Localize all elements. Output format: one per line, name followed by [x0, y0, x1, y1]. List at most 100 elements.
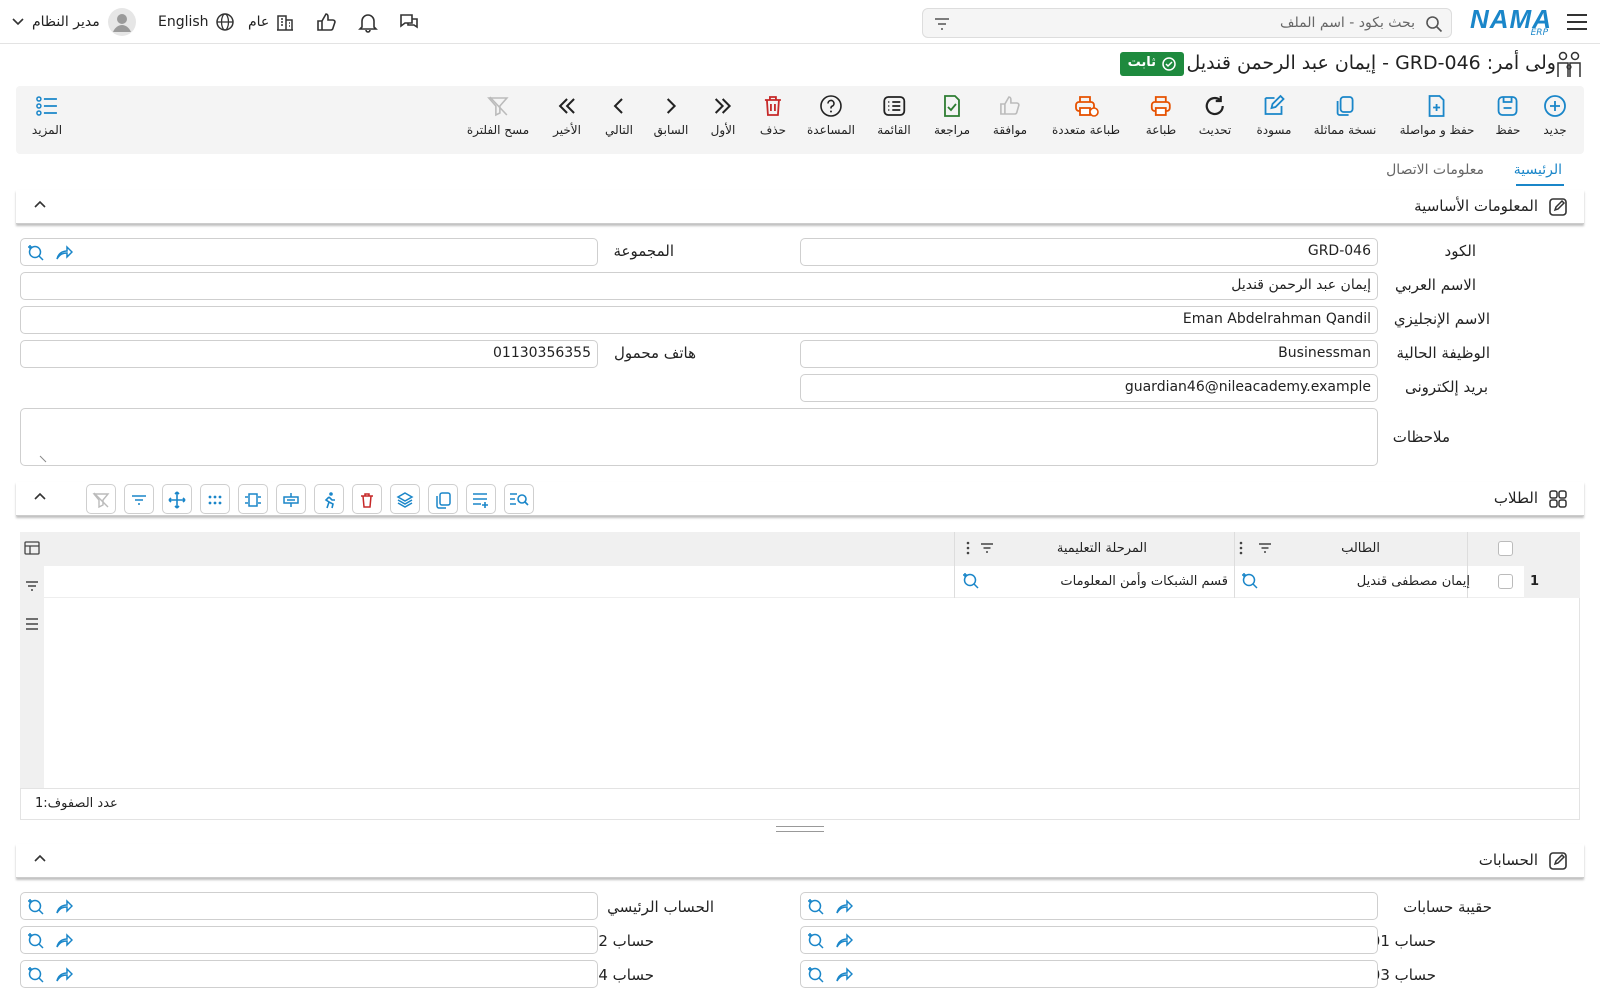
row-number-cell: 1: [1524, 566, 1580, 598]
previous-label: السابق: [653, 123, 689, 137]
collapse-icon[interactable]: [34, 854, 46, 862]
menu-icon[interactable]: [24, 616, 40, 632]
select-all-checkbox[interactable]: [1498, 541, 1513, 556]
share-icon[interactable]: [835, 898, 853, 916]
column-header-student[interactable]: الطالب: [1341, 541, 1380, 556]
search-plus-icon[interactable]: [807, 898, 825, 916]
resize-handle-icon[interactable]: [39, 455, 47, 463]
grid-copy-button[interactable]: [428, 484, 458, 514]
grid-delete-button[interactable]: [352, 484, 382, 514]
account-bag-field[interactable]: [800, 892, 1378, 920]
share-icon[interactable]: [55, 898, 73, 916]
search-input[interactable]: بحث بكود - اسم الملف: [922, 8, 1452, 38]
thumbs-up-icon[interactable]: [315, 11, 337, 33]
search-plus-icon[interactable]: [27, 898, 45, 916]
account-04-field[interactable]: [20, 960, 598, 988]
search-plus-icon[interactable]: [27, 932, 45, 950]
column-menu-icon[interactable]: [1239, 541, 1243, 555]
list-button[interactable]: القائمة: [877, 94, 911, 138]
job-field[interactable]: Businessman: [800, 340, 1378, 368]
accounts-section-header[interactable]: الحسابات: [16, 844, 1584, 878]
last-button[interactable]: الأخير: [553, 94, 581, 138]
search-plus-icon[interactable]: [27, 244, 45, 262]
arabic-name-label: الاسم العربي: [1395, 276, 1476, 294]
column-menu-icon[interactable]: [966, 541, 970, 555]
search-plus-icon[interactable]: [27, 966, 45, 984]
more-button[interactable]: المزيد: [32, 94, 62, 138]
save-continue-button[interactable]: حفظ و مواصلة: [1400, 94, 1474, 138]
account-02-field[interactable]: [20, 926, 598, 954]
arabic-name-field[interactable]: إيمان عبد الرحمن قنديل: [20, 272, 1378, 300]
mobile-field[interactable]: 01130356355: [20, 340, 598, 368]
filter-icon[interactable]: [24, 578, 40, 594]
grid-search-button[interactable]: [504, 484, 534, 514]
share-icon[interactable]: [835, 966, 853, 984]
delete-button[interactable]: حذف: [760, 94, 786, 138]
collapse-icon[interactable]: [34, 200, 46, 208]
review-button[interactable]: مراجعة: [934, 94, 970, 138]
share-icon[interactable]: [55, 244, 73, 262]
row-checkbox[interactable]: [1498, 574, 1513, 589]
language-selector[interactable]: English: [158, 12, 235, 32]
print-button[interactable]: طباعة: [1146, 94, 1176, 138]
chat-icon[interactable]: [398, 11, 420, 33]
basic-info-section-header[interactable]: المعلومات الأساسية: [16, 190, 1584, 224]
share-icon[interactable]: [55, 966, 73, 984]
resize-handle[interactable]: [776, 826, 824, 832]
help-button[interactable]: المساعدة: [807, 94, 855, 138]
save-button[interactable]: حفظ: [1496, 94, 1520, 138]
filter-icon[interactable]: [933, 16, 951, 32]
first-button[interactable]: الأول: [711, 94, 735, 138]
collapse-icon[interactable]: [34, 492, 46, 500]
grid-dots-button[interactable]: [200, 484, 230, 514]
grid-filter-button[interactable]: [124, 484, 154, 514]
previous-button[interactable]: السابق: [653, 94, 689, 138]
column-header-stage[interactable]: المرحلة التعليمية: [1057, 541, 1147, 556]
next-button[interactable]: التالي: [605, 94, 633, 138]
english-name-field[interactable]: Eman Abdelrahman Qandil: [20, 306, 1378, 334]
search-plus-icon[interactable]: [807, 966, 825, 984]
bell-icon[interactable]: [357, 11, 379, 33]
grid-insert-button[interactable]: [276, 484, 306, 514]
multi-print-button[interactable]: طباعة متعددة: [1052, 94, 1120, 138]
account-03-field[interactable]: [800, 960, 1378, 988]
group-field[interactable]: [20, 238, 598, 266]
search-plus-icon[interactable]: [1241, 572, 1259, 590]
search-plus-icon[interactable]: [962, 572, 980, 590]
search-icon[interactable]: [1425, 15, 1443, 33]
tab-main[interactable]: الرئيسية: [1514, 162, 1562, 178]
grid-layers-button[interactable]: [390, 484, 420, 514]
main-account-field[interactable]: [20, 892, 598, 920]
student-cell[interactable]: إيمان مصطفى قنديل: [1357, 574, 1470, 589]
grid-run-button[interactable]: [314, 484, 344, 514]
grid-move-button[interactable]: [162, 484, 192, 514]
new-button[interactable]: جديد: [1543, 94, 1567, 138]
duplicate-button[interactable]: نسخة مماثلة: [1314, 94, 1376, 138]
share-icon[interactable]: [55, 932, 73, 950]
table-row[interactable]: 1 إيمان مصطفى قنديل قسم الشبكات وأمن الم…: [44, 566, 1580, 598]
grid-add-row-button[interactable]: [466, 484, 496, 514]
notes-textarea[interactable]: [20, 408, 1378, 466]
branch-selector[interactable]: عام: [248, 12, 295, 32]
clear-filter-button[interactable]: مسح الفلترة: [467, 94, 529, 138]
grid-fit-button[interactable]: [238, 484, 268, 514]
email-field[interactable]: guardian46@nileacademy.example: [800, 374, 1378, 402]
grid-clear-filter-button[interactable]: [86, 484, 116, 514]
share-icon[interactable]: [835, 932, 853, 950]
search-plus-icon[interactable]: [807, 932, 825, 950]
draft-button[interactable]: مسودة: [1257, 94, 1291, 138]
account-01-field[interactable]: [800, 926, 1378, 954]
tab-contact[interactable]: معلومات الاتصال: [1386, 162, 1484, 178]
stage-cell[interactable]: قسم الشبكات وأمن المعلومات: [1060, 574, 1228, 589]
code-field[interactable]: GRD-046: [800, 238, 1378, 266]
approve-button[interactable]: موافقة: [993, 94, 1027, 138]
column-filter-icon[interactable]: [980, 541, 994, 555]
brand-logo[interactable]: NAMA ERP: [1470, 4, 1552, 40]
user-menu[interactable]: مدير النظام: [12, 8, 136, 36]
account-01-label: حساب 01: [1370, 932, 1436, 950]
refresh-button[interactable]: تحديث: [1199, 94, 1231, 138]
columns-icon[interactable]: [24, 540, 40, 556]
menu-icon[interactable]: [1566, 12, 1588, 32]
column-divider: [954, 532, 955, 566]
column-filter-icon[interactable]: [1258, 541, 1272, 555]
